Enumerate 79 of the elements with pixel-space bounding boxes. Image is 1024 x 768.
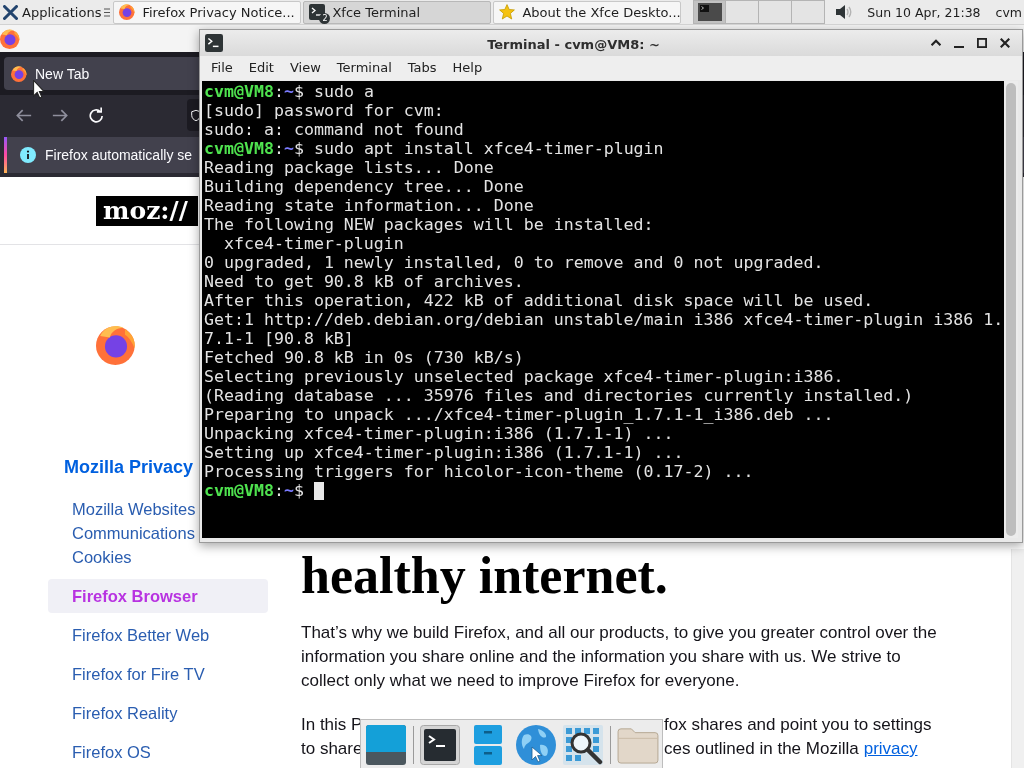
firefox-logo-icon [11,65,27,82]
menu-item[interactable]: View [281,57,329,79]
web-browser-launcher[interactable] [514,724,557,766]
muted-speaker-icon[interactable] [835,4,854,20]
menu-item[interactable]: Edit [240,57,282,79]
terminal-launcher[interactable] [419,724,462,766]
sidebar-link[interactable]: Firefox OS [48,735,268,768]
terminal-line: Need to get 90.8 kB of archives. [204,272,524,291]
taskbar-button[interactable]: 2 Xfce Terminal [303,0,492,24]
sidebar-link[interactable]: Firefox Browser [48,579,268,613]
sidebar-link[interactable]: Mozilla Websites Communications Cookies [48,497,198,569]
count-badge: 2 [319,13,331,24]
menu-item[interactable]: Terminal [328,57,400,79]
globe-icon [515,725,556,765]
caret-up-icon [930,38,941,48]
terminal-line: Fetched 90.8 kB in 0s (730 kB/s) [204,348,524,367]
article-heading: healthy internet. [301,547,669,605]
show-desktop-icon [365,725,406,765]
paragraph-fragment: ces outlined in the Mozilla [664,738,859,760]
terminal-line: After this operation, 422 kB of additional disk space will be used. [204,291,874,310]
scrollbar-track[interactable] [1011,549,1024,768]
terminal-line: Selecting previously unselected package xfce4-timer-plugin:i386. [204,367,844,386]
applications-menu[interactable]: Applications [0,0,104,24]
notification-text: Firefox automatically se [45,147,193,163]
privacy-link[interactable]: privacy [863,737,918,761]
taskbar-button[interactable]: Firefox Privacy Notice... [113,0,302,24]
paragraph-fragment: to share [301,738,363,760]
terminal-line: cvm@VM8:~$ [204,481,304,500]
menu-item[interactable]: Tabs [399,57,445,79]
terminal-line: Preparing to unpack .../xfce4-timer-plugin_1.7.1-1_i386.deb ... [204,405,834,424]
minimize-icon [953,46,964,48]
terminal-line: Get:1 http://deb.debian.org/debian unstable/main i386 xfce4-timer-plugin i386 1. [204,310,1004,329]
forward-arrow-icon [52,108,68,122]
terminal-line: The following NEW packages will be installed: [204,215,654,234]
terminal-line: sudo: a: command not found [204,120,464,139]
firefox-logo-icon [119,4,136,20]
terminal-line: Unpacking xfce4-timer-plugin:i386 (1.7.1-1) ... [204,424,674,443]
terminal-icon [205,34,223,52]
star-icon [499,4,516,20]
info-icon [20,147,36,163]
terminal-line: 0 upgraded, 1 newly installed, 0 to remove and 0 not upgraded. [204,253,824,272]
maximize-icon [976,38,987,48]
terminal-line: [sudo] password for cvm: [204,101,444,120]
paragraph-fragment: fox shares and point you to settings [664,714,932,736]
clock[interactable]: Sun 10 Apr, 21:38 [867,4,981,20]
taskbar-button[interactable]: About the Xfce Deskto... [493,0,682,24]
terminal-line: Reading state information... Done [204,196,534,215]
app-finder-launcher[interactable] [562,724,605,766]
firefox-logo-icon [96,325,136,365]
back-arrow-icon [16,108,32,122]
menu-item[interactable]: Help [444,57,491,79]
terminal-line: Reading package lists... Done [204,158,494,177]
window-title: Terminal - cvm@VM8: ~ [487,36,660,52]
sidebar-link[interactable]: Firefox Better Web [48,618,268,652]
shield-icon [191,108,201,122]
magnifier-icon [563,725,604,765]
site-logo[interactable]: moz:// [96,196,198,226]
terminal-line: 7.1-1 [90.8 kB] [204,329,354,348]
article-paragraph: That’s why we build Firefox, and all our products, to give you greater control over the information you share online and the information you share with us. We strive to collect only what we need to improve Firefox for everyone. [301,622,938,692]
sidebar-heading[interactable]: Mozilla Privacy [64,456,194,478]
terminal-icon [309,4,326,20]
workspace-button[interactable] [693,0,727,24]
show-desktop-button[interactable] [365,724,407,766]
user-name[interactable]: cvm [995,4,1022,20]
handle-icon[interactable] [104,7,111,17]
folder-icon [617,726,659,764]
terminal-icon [420,725,461,765]
reload-icon [88,107,104,123]
terminal-line: (Reading database ... 35976 files and directories currently installed.) [204,386,914,405]
sidebar-link[interactable]: Firefox for Fire TV [48,657,268,691]
terminal-line: cvm@VM8:~$ sudo apt install xfce4-timer-plugin [204,139,664,158]
firefox-logo-icon [0,28,20,49]
x-logo-icon [3,4,18,20]
sidebar-link[interactable]: Firefox Reality [48,696,268,730]
close-icon [999,38,1010,48]
terminal-line: Setting up xfce4-timer-plugin:i386 (1.7.1-1) ... [204,443,684,462]
terminal-line: Building dependency tree... Done [204,177,524,196]
terminal-line: Processing triggers for hicolor-icon-theme (0.17-2) ... [204,462,754,481]
terminal-line: xfce4-timer-plugin [222,234,404,253]
